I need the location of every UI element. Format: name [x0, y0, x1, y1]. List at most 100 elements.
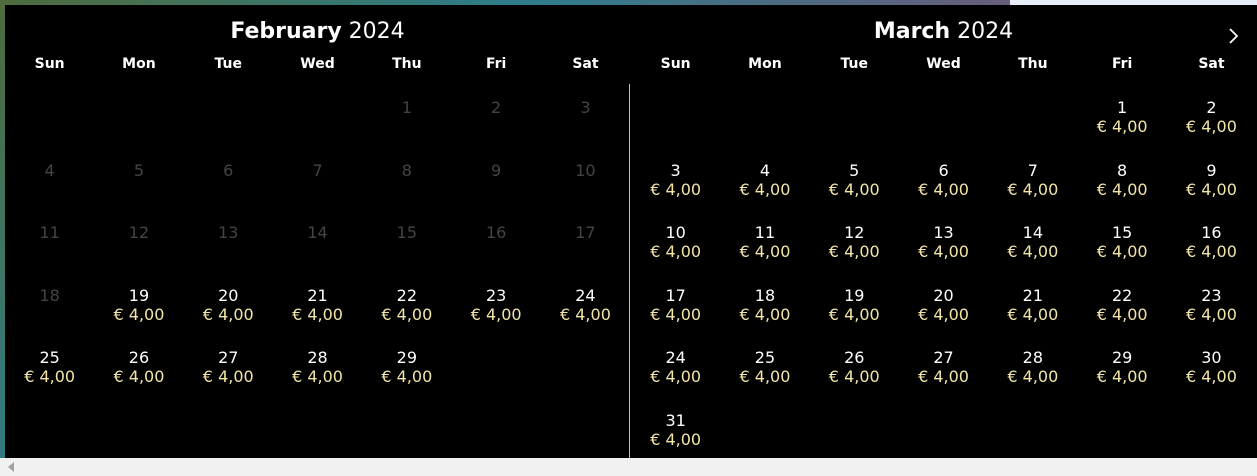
day-price: € 4,00: [202, 304, 254, 324]
day-price: € 4,00: [1185, 242, 1237, 261]
day-number: 11: [39, 223, 60, 242]
day-cell[interactable]: 10 € 4,00: [631, 218, 720, 281]
day-cell[interactable]: 15 € 4,00: [1077, 218, 1166, 281]
day-cell[interactable]: 8 € 4,00: [1077, 156, 1166, 219]
day-number: 28: [1022, 348, 1044, 367]
day-number: 11: [754, 223, 776, 242]
day-cell[interactable]: 25 € 4,00: [720, 343, 809, 406]
day-cell[interactable]: 1 € 4,00: [1077, 93, 1166, 156]
day-cell: 13: [184, 218, 273, 281]
day-number: 3: [580, 98, 591, 117]
day-number: 2: [1206, 98, 1217, 117]
day-price: € 4,00: [650, 429, 702, 449]
day-number: 19: [128, 285, 150, 305]
day-cell[interactable]: 18 € 4,00: [720, 281, 809, 344]
day-cell: 10: [541, 156, 630, 219]
day-number: 1: [1117, 98, 1128, 117]
day-price: € 4,00: [1007, 242, 1059, 261]
day-cell[interactable]: 26 € 4,00: [810, 343, 899, 406]
day-cell[interactable]: 22 € 4,00: [362, 281, 451, 344]
day-number: 4: [759, 160, 771, 180]
day-cell[interactable]: 21 € 4,00: [273, 281, 362, 344]
day-cell[interactable]: 4 € 4,00: [720, 156, 809, 219]
day-grid: 1 € 4,00 2 € 4,00 3 € 4,00 4 € 4,00 5 € 4,00 6 € 4,…: [631, 93, 1256, 468]
day-cell[interactable]: 28 € 4,00: [273, 343, 362, 406]
day-number: 2: [491, 98, 502, 117]
day-cell: 3: [541, 93, 630, 156]
day-number: 19: [844, 285, 865, 305]
month-title: February 2024: [5, 19, 630, 44]
day-cell[interactable]: 29 € 4,00: [362, 343, 451, 406]
day-price: € 4,00: [559, 304, 611, 324]
day-number: 22: [396, 285, 418, 305]
day-cell[interactable]: 23 € 4,00: [451, 281, 540, 344]
day-cell[interactable]: 20 € 4,00: [184, 281, 273, 344]
day-number: 29: [396, 348, 418, 367]
day-cell[interactable]: 24 € 4,00: [541, 281, 630, 344]
day-cell[interactable]: 25 € 4,00: [5, 343, 94, 406]
day-cell: 9: [451, 156, 540, 219]
day-cell: 1: [362, 93, 451, 156]
day-cell[interactable]: 24 € 4,00: [631, 343, 720, 406]
day-cell: 12: [94, 218, 183, 281]
empty-day-cell: [184, 93, 273, 156]
day-cell: 11: [5, 218, 94, 281]
day-number: 21: [307, 285, 328, 305]
next-month-button[interactable]: [1223, 25, 1245, 47]
weekday-header: Sun Mon Tue Wed Thu Fri Sat: [631, 56, 1256, 76]
day-cell[interactable]: 22 € 4,00: [1077, 281, 1166, 344]
day-cell[interactable]: 16 € 4,00: [1167, 218, 1256, 281]
weekday-label: Fri: [1111, 56, 1133, 72]
day-cell[interactable]: 26 € 4,00: [94, 343, 183, 406]
day-cell[interactable]: 29 € 4,00: [1077, 343, 1166, 406]
day-number: 12: [128, 223, 150, 242]
day-number: 24: [575, 285, 596, 305]
day-cell[interactable]: 28 € 4,00: [988, 343, 1077, 406]
day-cell[interactable]: 27 € 4,00: [899, 343, 988, 406]
month-march: March 2024 Sun Mon Tue Wed Thu Fri Sat 1…: [631, 5, 1256, 458]
weekday-label: Thu: [1018, 56, 1048, 72]
day-grid: 1 2 3 4 5 6 7 8 9 10 11 12 13 14 15 16 17 18 19 € 4,00 20 € 4…: [5, 93, 630, 406]
day-cell[interactable]: 19 € 4,00: [810, 281, 899, 344]
day-cell[interactable]: 3 € 4,00: [631, 156, 720, 219]
day-price: € 4,00: [650, 179, 702, 199]
day-cell[interactable]: 5 € 4,00: [810, 156, 899, 219]
day-cell[interactable]: 17 € 4,00: [631, 281, 720, 344]
chevron-right-icon: [1229, 28, 1239, 44]
day-cell[interactable]: 7 € 4,00: [988, 156, 1077, 219]
day-cell: 15: [362, 218, 451, 281]
day-number: 3: [670, 160, 681, 180]
day-cell[interactable]: 21 € 4,00: [988, 281, 1077, 344]
day-number: 13: [933, 223, 954, 242]
day-cell[interactable]: 9 € 4,00: [1167, 156, 1256, 219]
day-cell[interactable]: 11 € 4,00: [720, 218, 809, 281]
day-cell: 18: [5, 281, 94, 344]
day-cell: 5: [94, 156, 183, 219]
day-cell[interactable]: 2 € 4,00: [1167, 93, 1256, 156]
day-cell[interactable]: 27 € 4,00: [184, 343, 273, 406]
day-cell[interactable]: 12 € 4,00: [810, 218, 899, 281]
horizontal-scrollbar[interactable]: [0, 458, 1257, 476]
day-cell[interactable]: 14 € 4,00: [988, 218, 1077, 281]
day-cell[interactable]: 30 € 4,00: [1167, 343, 1256, 406]
month-title: March 2024: [631, 19, 1256, 44]
day-price: € 4,00: [918, 367, 969, 386]
day-price: € 4,00: [381, 304, 433, 324]
day-price: € 4,00: [381, 367, 433, 386]
day-price: € 4,00: [470, 304, 522, 324]
day-cell[interactable]: 20 € 4,00: [899, 281, 988, 344]
day-cell[interactable]: 23 € 4,00: [1167, 281, 1256, 344]
day-number: 10: [575, 160, 596, 180]
day-price: € 4,00: [828, 179, 880, 199]
scroll-left-arrow-icon[interactable]: [8, 462, 14, 472]
weekday-header: Sun Mon Tue Wed Thu Fri Sat: [5, 56, 630, 76]
empty-day-cell: [94, 93, 183, 156]
day-cell[interactable]: 19 € 4,00: [94, 281, 183, 344]
day-number: 31: [665, 410, 686, 430]
day-number: 22: [1111, 285, 1133, 305]
day-cell: 6: [184, 156, 273, 219]
day-number: 21: [1022, 285, 1044, 305]
day-cell[interactable]: 6 € 4,00: [899, 156, 988, 219]
day-cell[interactable]: 13 € 4,00: [899, 218, 988, 281]
day-cell: 16: [451, 218, 540, 281]
